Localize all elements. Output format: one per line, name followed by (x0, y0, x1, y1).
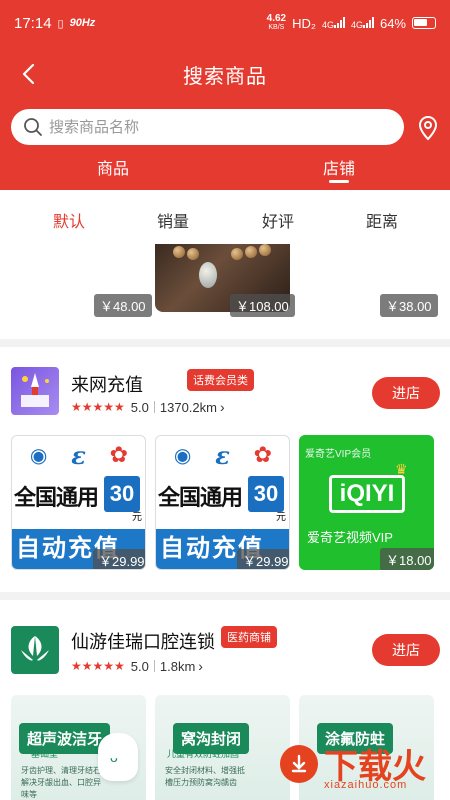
tooth-icon (98, 733, 138, 781)
rating-score: 5.0 (130, 399, 149, 415)
shop-rating-row: ★★★★★ 5.0 1370.2km › (71, 399, 225, 415)
tab-shops[interactable]: 店铺 (299, 155, 379, 183)
product-card[interactable]: 爱奇艺VIP会员 ♛ iQIYI 爱奇艺视频VIP ￥18.00 (299, 435, 434, 570)
status-time: 17:14 (14, 14, 52, 32)
shop-distance: 1.8km (159, 658, 196, 674)
product-price: ￥38.00 (380, 294, 438, 317)
shop-logo[interactable] (11, 367, 59, 415)
product-price: ￥108.00 (230, 294, 295, 317)
china-mobile-logo-icon: ◉ (173, 444, 192, 467)
nav-bar: 搜索商品 (0, 52, 450, 96)
iqiyi-logo: iQIYI (329, 475, 405, 513)
download-icon (280, 745, 318, 783)
product-price: ￥48.00 (94, 294, 152, 317)
product-price: ￥29.99 (93, 549, 145, 569)
enter-shop-button[interactable]: 进店 (372, 634, 440, 666)
tab-products[interactable]: 商品 (73, 155, 153, 179)
signal-1: 4G (322, 16, 345, 30)
battery-icon (412, 17, 436, 29)
product-card[interactable]: ◉ ε ✿ 全国通用 30 元 自动充值 ￥29.99 (155, 435, 290, 570)
watermark-logo: 下载火 xiazaihuo.com (268, 733, 450, 800)
sort-bar: 默认 销量 好评 距离 (0, 190, 450, 244)
back-arrow-icon[interactable] (18, 62, 42, 86)
search-icon (24, 118, 42, 136)
shop-rating-row: ★★★★★ 5.0 1.8km › (71, 658, 203, 674)
product-card[interactable]: 超声波洁牙 基础型 牙齿护理、清理牙结石 解决牙龈出血、口腔异味等 (11, 695, 146, 800)
search-input[interactable] (49, 118, 369, 136)
battery-percent: 64% (379, 15, 406, 31)
china-unicom-logo-icon: ✿ (253, 442, 273, 467)
shop-name[interactable]: 仙游佳瑞口腔连锁 (71, 628, 215, 654)
product-card[interactable]: ◉ ε ✿ 全国通用 30 元 自动充值 ￥29.99 (11, 435, 146, 570)
star-icon: ★★★★★ (71, 400, 125, 414)
location-pin-icon[interactable] (416, 115, 440, 141)
sort-sales[interactable]: 销量 (133, 208, 213, 232)
shop-category-badge: 医药商铺 (221, 626, 277, 648)
rating-score: 5.0 (130, 658, 149, 674)
previous-shop-products: ￥48.00 ￥108.00 ￥38.00 (0, 244, 450, 339)
tab-bar: 商品 店铺 (0, 155, 450, 187)
china-telecom-logo-icon: ε (71, 440, 86, 470)
china-mobile-logo-icon: ◉ (29, 444, 48, 467)
china-unicom-logo-icon: ✿ (109, 442, 129, 467)
page-title: 搜索商品 (183, 65, 267, 88)
sort-distance[interactable]: 距离 (342, 208, 422, 232)
refresh-rate: 90Hz (69, 17, 96, 29)
vibrate-icon: ▯ (57, 17, 64, 30)
sort-rating[interactable]: 好评 (238, 208, 318, 232)
status-bar: 17:14 ▯ 90Hz 4.62 KB/S HD₂ 4G 4G 64% (0, 0, 450, 46)
net-speed: 4.62 KB/S (266, 13, 287, 32)
shop-distance: 1370.2km (159, 399, 217, 415)
chevron-right-icon: › (198, 658, 203, 674)
star-icon: ★★★★★ (71, 659, 125, 673)
search-box[interactable] (11, 109, 404, 145)
product-price: ￥18.00 (380, 548, 434, 570)
enter-shop-button[interactable]: 进店 (372, 377, 440, 409)
signal-2: 4G (351, 16, 374, 30)
hd-indicator: HD₂ (292, 15, 316, 31)
shop-card: 来网充值 话费会员类 ★★★★★ 5.0 1370.2km › 进店 ◉ ε ✿ 全… (0, 347, 450, 592)
product-price: ￥29.99 (237, 549, 289, 569)
shop-category-badge: 话费会员类 (187, 369, 254, 391)
header: 17:14 ▯ 90Hz 4.62 KB/S HD₂ 4G 4G 64% 搜索商品… (0, 0, 450, 190)
shop-logo[interactable] (11, 626, 59, 674)
chevron-right-icon: › (219, 399, 225, 415)
shop-name[interactable]: 来网充值 (71, 371, 143, 397)
sort-default[interactable]: 默认 (29, 208, 109, 232)
china-telecom-logo-icon: ε (215, 440, 230, 470)
